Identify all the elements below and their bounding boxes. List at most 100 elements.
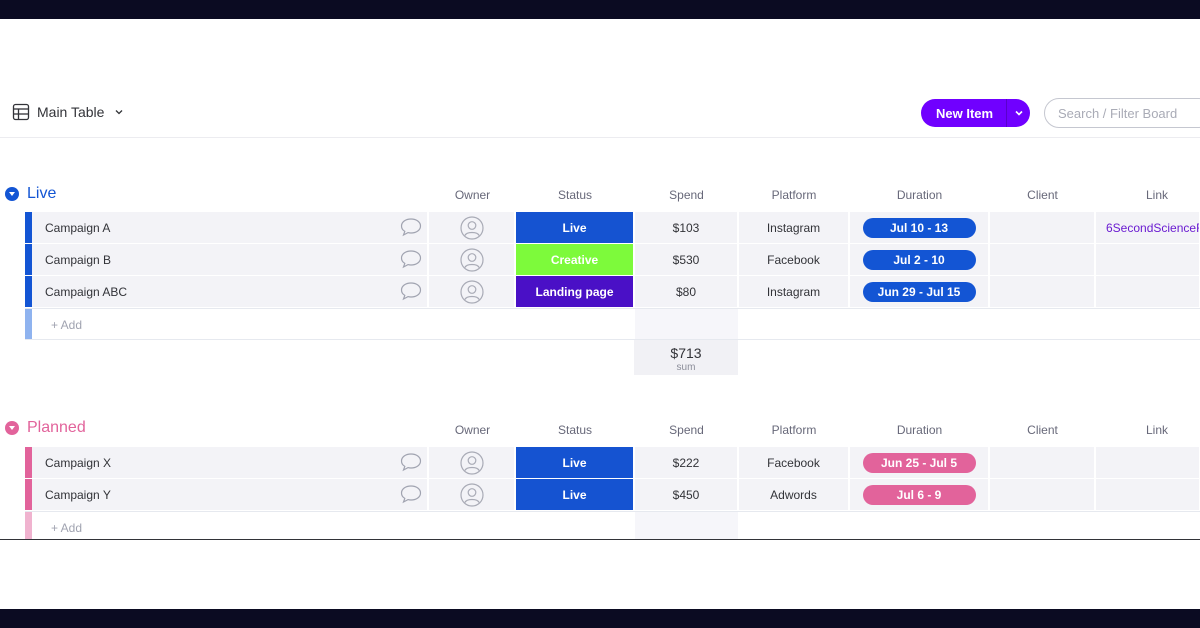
add-item-row[interactable]: + Add xyxy=(25,511,1200,539)
comment-icon[interactable] xyxy=(400,217,422,237)
column-header-client[interactable]: Client xyxy=(990,423,1095,437)
owner-cell[interactable] xyxy=(429,212,515,243)
column-header-owner[interactable]: Owner xyxy=(430,423,515,437)
row-divider xyxy=(25,511,1200,512)
link-cell[interactable] xyxy=(1096,276,1200,307)
person-icon xyxy=(459,450,484,475)
client-cell[interactable] xyxy=(990,276,1095,307)
duration-pill: Jul 2 - 10 xyxy=(862,249,976,270)
new-item-button[interactable]: New Item xyxy=(921,99,1030,127)
client-cell[interactable] xyxy=(990,447,1095,478)
spend-column-bg xyxy=(635,511,738,539)
view-selector[interactable]: Main Table xyxy=(12,103,124,121)
column-header-spend[interactable]: Spend xyxy=(635,188,738,202)
sum-value: $713 xyxy=(670,345,702,361)
column-header-link[interactable]: Link xyxy=(1096,423,1200,437)
group-color-stripe xyxy=(25,212,32,243)
new-item-label: New Item xyxy=(936,105,994,121)
comment-icon[interactable] xyxy=(400,281,422,301)
top-frame-bar xyxy=(0,0,1200,19)
column-header-owner[interactable]: Owner xyxy=(430,188,515,202)
duration-cell[interactable]: Jul 6 - 9 xyxy=(850,479,989,510)
column-header-status[interactable]: Status xyxy=(516,188,634,202)
duration-cell[interactable]: Jul 2 - 10 xyxy=(850,244,989,275)
client-cell[interactable] xyxy=(990,244,1095,275)
view-label: Main Table xyxy=(37,104,105,120)
item-name-cell[interactable]: Campaign B xyxy=(32,244,428,275)
platform-cell[interactable]: Facebook xyxy=(739,244,849,275)
duration-cell[interactable]: Jun 29 - Jul 15 xyxy=(850,276,989,307)
item-name-cell[interactable]: Campaign X xyxy=(32,447,428,478)
comment-icon[interactable] xyxy=(400,452,422,472)
column-header-spend[interactable]: Spend xyxy=(635,423,738,437)
client-cell[interactable] xyxy=(990,479,1095,510)
link-cell[interactable] xyxy=(1096,479,1200,510)
column-header-platform[interactable]: Platform xyxy=(739,188,849,202)
status-cell[interactable]: Creative xyxy=(516,244,634,275)
column-header-duration[interactable]: Duration xyxy=(850,423,989,437)
group-title-planned[interactable]: Planned xyxy=(5,419,86,437)
item-name-cell[interactable]: Campaign ABC xyxy=(32,276,428,307)
collapse-toggle-icon[interactable] xyxy=(5,421,19,435)
column-header-link[interactable]: Link xyxy=(1096,188,1200,202)
table-row[interactable]: Campaign X Live $222 Facebook Jun 25 - J… xyxy=(25,447,1200,478)
duration-cell[interactable]: Jul 10 - 13 xyxy=(850,212,989,243)
table-row[interactable]: Campaign A Live $103 Instagram Jul 10 - … xyxy=(25,212,1200,243)
owner-cell[interactable] xyxy=(429,276,515,307)
owner-cell[interactable] xyxy=(429,244,515,275)
link-cell[interactable] xyxy=(1096,244,1200,275)
group-title-live[interactable]: Live xyxy=(5,185,56,203)
owner-cell[interactable] xyxy=(429,447,515,478)
platform-cell[interactable]: Instagram xyxy=(739,212,849,243)
spend-cell[interactable]: $530 xyxy=(635,244,738,275)
add-item-link[interactable]: + Add xyxy=(51,521,82,535)
new-item-dropdown[interactable] xyxy=(1007,108,1030,118)
item-name-cell[interactable]: Campaign A xyxy=(32,212,428,243)
item-name: Campaign X xyxy=(45,456,112,470)
group-color-stripe xyxy=(25,511,32,539)
spend-cell[interactable]: $222 xyxy=(635,447,738,478)
spend-cell[interactable]: $450 xyxy=(635,479,738,510)
link-cell[interactable]: 6SecondScienceFair xyxy=(1096,212,1200,243)
row-divider xyxy=(25,339,1200,340)
add-item-row[interactable]: + Add xyxy=(25,308,1200,339)
link-cell[interactable] xyxy=(1096,447,1200,478)
collapse-toggle-icon[interactable] xyxy=(5,187,19,201)
status-cell[interactable]: Live xyxy=(516,447,634,478)
comment-icon[interactable] xyxy=(400,249,422,269)
duration-cell[interactable]: Jun 25 - Jul 5 xyxy=(850,447,989,478)
group-name: Planned xyxy=(27,419,86,436)
person-icon xyxy=(459,279,484,304)
group-color-stripe xyxy=(25,244,32,275)
table-row[interactable]: Campaign B Creative $530 Facebook Jul 2 … xyxy=(25,244,1200,275)
person-icon xyxy=(459,247,484,272)
item-name-cell[interactable]: Campaign Y xyxy=(32,479,428,510)
status-cell[interactable]: Landing page xyxy=(516,276,634,307)
platform-cell[interactable]: Instagram xyxy=(739,276,849,307)
search-input[interactable] xyxy=(1044,98,1200,128)
comment-icon[interactable] xyxy=(400,484,422,504)
column-header-status[interactable]: Status xyxy=(516,423,634,437)
spend-cell[interactable]: $103 xyxy=(635,212,738,243)
owner-cell[interactable] xyxy=(429,479,515,510)
add-item-link[interactable]: + Add xyxy=(51,318,82,332)
spend-cell[interactable]: $80 xyxy=(635,276,738,307)
column-header-platform[interactable]: Platform xyxy=(739,423,849,437)
bottom-frame-bar xyxy=(0,609,1200,628)
table-row[interactable]: Campaign Y Live $450 Adwords Jul 6 - 9 xyxy=(25,479,1200,510)
client-cell[interactable] xyxy=(990,212,1095,243)
duration-pill: Jul 10 - 13 xyxy=(862,217,976,238)
row-divider xyxy=(25,308,1200,309)
column-header-duration[interactable]: Duration xyxy=(850,188,989,202)
table-row[interactable]: Campaign ABC Landing page $80 Instagram … xyxy=(25,276,1200,307)
item-name: Campaign Y xyxy=(45,488,111,502)
status-cell[interactable]: Live xyxy=(516,212,634,243)
duration-pill: Jul 6 - 9 xyxy=(862,484,976,505)
column-header-client[interactable]: Client xyxy=(990,188,1095,202)
group-name: Live xyxy=(27,185,57,202)
status-cell[interactable]: Live xyxy=(516,479,634,510)
platform-cell[interactable]: Adwords xyxy=(739,479,849,510)
platform-cell[interactable]: Facebook xyxy=(739,447,849,478)
duration-pill: Jun 29 - Jul 15 xyxy=(862,281,976,302)
group-color-stripe xyxy=(25,276,32,307)
